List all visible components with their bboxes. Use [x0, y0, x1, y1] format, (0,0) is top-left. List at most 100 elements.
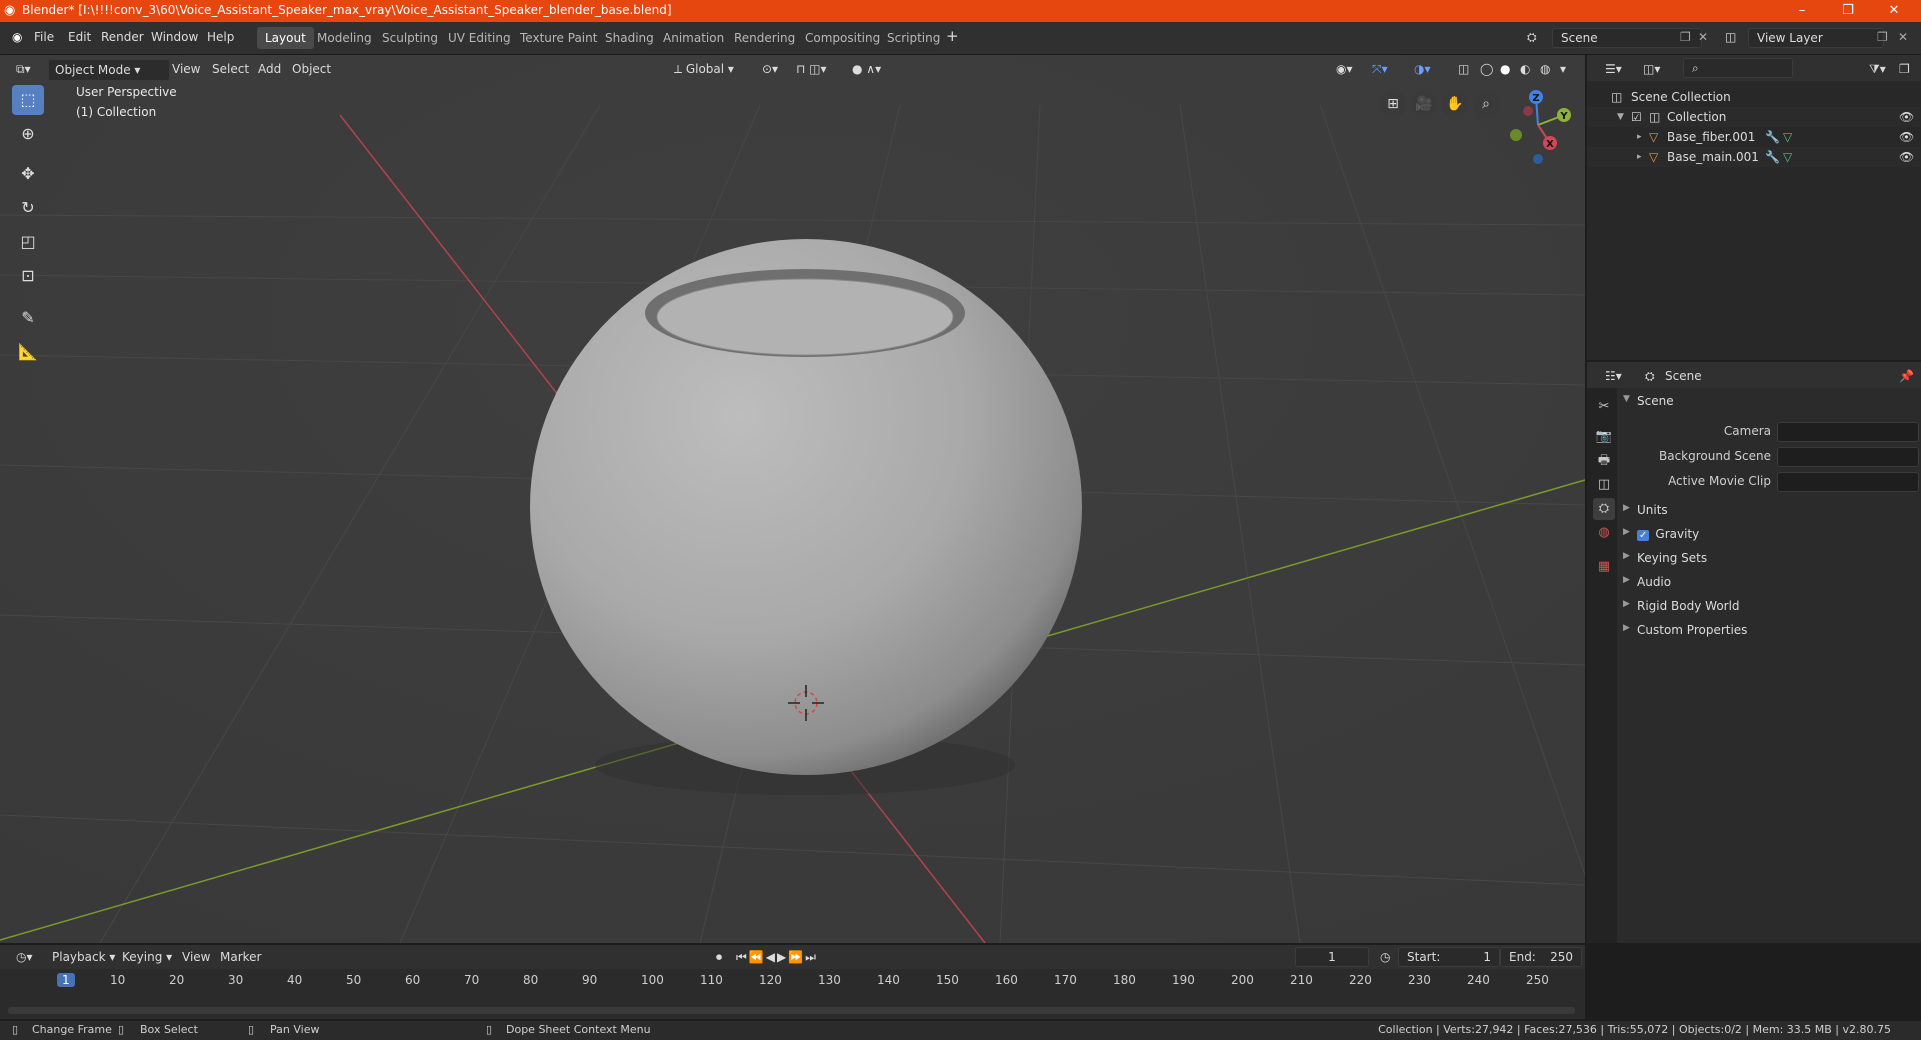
- view-layer-browse-icon[interactable]: ◫: [1725, 30, 1736, 44]
- expand-arrow-icon[interactable]: ▸: [1637, 127, 1642, 147]
- end-frame-field[interactable]: End: 250: [1500, 947, 1582, 967]
- select-box-tool[interactable]: ⬚: [12, 85, 44, 115]
- view-layer-remove-icon[interactable]: ✕: [1898, 30, 1908, 44]
- tab-animation[interactable]: Animation: [655, 27, 732, 49]
- expand-arrow-icon[interactable]: ▶: [1623, 575, 1630, 585]
- texture-properties-tab-icon[interactable]: ▦: [1593, 556, 1615, 578]
- camera-view-icon[interactable]: 🎥: [1411, 91, 1437, 117]
- gravity-checkbox[interactable]: ✓: [1637, 530, 1650, 541]
- gravity-section[interactable]: ▶ ✓ Gravity: [1623, 527, 1699, 541]
- shading-options-icon[interactable]: ▾: [1554, 59, 1572, 79]
- viewport-menu-object[interactable]: Object: [286, 59, 337, 79]
- cursor-tool[interactable]: ⊕: [12, 119, 44, 149]
- tab-texture-paint[interactable]: Texture Paint: [512, 27, 605, 49]
- expand-arrow-icon[interactable]: ▶: [1623, 527, 1630, 537]
- menu-file[interactable]: File: [34, 30, 54, 44]
- scale-tool[interactable]: ◰: [12, 227, 44, 257]
- new-collection-icon[interactable]: ❐: [1893, 59, 1916, 79]
- outliner-editor-type-icon[interactable]: ☰▾: [1599, 59, 1628, 79]
- move-tool[interactable]: ✥: [12, 159, 44, 189]
- toggle-grid-view-icon[interactable]: ⊞: [1380, 91, 1406, 117]
- timeline-editor-type-icon[interactable]: ◷▾: [10, 947, 39, 967]
- overlay-toggle-icon[interactable]: ◑▾: [1408, 59, 1437, 79]
- modifier-wrench-icon[interactable]: 🔧: [1765, 147, 1780, 167]
- menu-edit[interactable]: Edit: [68, 30, 91, 44]
- navigation-gizmo[interactable]: Z Y X: [1498, 85, 1578, 165]
- pin-icon[interactable]: 📌: [1893, 366, 1920, 386]
- menu-render[interactable]: Render: [101, 30, 144, 44]
- 3d-viewport[interactable]: ⧉▾ Object Mode ▾ View Select Add Object …: [0, 55, 1585, 943]
- background-scene-field[interactable]: [1777, 447, 1919, 467]
- render-properties-tab-icon[interactable]: 📷: [1593, 426, 1615, 448]
- eye-icon[interactable]: 👁: [1899, 107, 1914, 127]
- outliner-search-input[interactable]: ⌕: [1683, 58, 1793, 78]
- maximize-button[interactable]: ❐: [1825, 0, 1871, 22]
- scene-browse-icon[interactable]: ⛭: [1527, 30, 1537, 45]
- rotate-tool[interactable]: ↻: [12, 193, 44, 223]
- camera-field[interactable]: [1777, 422, 1919, 442]
- viewport-menu-select[interactable]: Select: [206, 59, 255, 79]
- collapse-arrow-icon[interactable]: ▼: [1623, 394, 1630, 404]
- tab-shading[interactable]: Shading: [597, 27, 662, 49]
- pan-hand-icon[interactable]: ✋: [1442, 91, 1468, 117]
- gizmo-toggle-icon[interactable]: ⤧▾: [1366, 59, 1394, 79]
- scene-remove-icon[interactable]: ✕: [1698, 30, 1708, 44]
- mesh-data-icon[interactable]: ▽: [1783, 127, 1792, 147]
- timeline-scrollbar[interactable]: [8, 1007, 1575, 1014]
- filter-icon[interactable]: ⧩▾: [1863, 59, 1892, 79]
- expand-arrow-icon[interactable]: ▶: [1623, 503, 1630, 513]
- expand-arrow-icon[interactable]: ▶: [1623, 551, 1630, 561]
- proportional-edit-icon[interactable]: ● ∧▾: [846, 59, 887, 79]
- snap-icon[interactable]: ⊓ ◫▾: [790, 59, 833, 79]
- scene-new-icon[interactable]: ❐: [1680, 30, 1691, 44]
- tab-scripting[interactable]: Scripting: [879, 27, 948, 49]
- audio-section[interactable]: ▶ Audio: [1623, 575, 1671, 589]
- current-frame-field[interactable]: 1: [1295, 947, 1369, 967]
- transform-tool[interactable]: ⊡: [12, 261, 44, 291]
- minimize-button[interactable]: –: [1779, 0, 1825, 22]
- zoom-icon[interactable]: ⌕: [1473, 91, 1499, 117]
- output-properties-tab-icon[interactable]: 🖶: [1593, 450, 1615, 472]
- pivot-point-icon[interactable]: ⊙▾: [756, 59, 784, 79]
- close-button[interactable]: ✕: [1871, 0, 1917, 22]
- xray-toggle-icon[interactable]: ◫: [1452, 59, 1475, 79]
- playback-controls[interactable]: ⏮⏪◀▶⏩⏭: [730, 947, 824, 967]
- measure-tool[interactable]: 📐: [12, 337, 44, 367]
- outliner-row-collection[interactable]: ▼ ☑ ◫ Collection 👁: [1587, 107, 1921, 127]
- scene-panel-title[interactable]: ▼ Scene: [1623, 394, 1674, 408]
- expand-arrow-icon[interactable]: ▸: [1637, 147, 1642, 167]
- current-frame-marker[interactable]: 1: [57, 973, 75, 987]
- outliner-row-object[interactable]: ▸ ▽ Base_main.001 🔧 ▽ 👁: [1587, 147, 1921, 167]
- blender-menu-icon[interactable]: ◉: [12, 30, 22, 44]
- tab-compositing[interactable]: Compositing: [797, 27, 888, 49]
- menu-window[interactable]: Window: [151, 30, 198, 44]
- mesh-data-icon[interactable]: ▽: [1783, 147, 1792, 167]
- viewport-menu-view[interactable]: View: [166, 59, 206, 79]
- keying-menu[interactable]: Keying ▾: [116, 947, 178, 967]
- scene-properties-tab-icon[interactable]: ⛭: [1593, 498, 1615, 520]
- viewport-menu-add[interactable]: Add: [252, 59, 287, 79]
- tab-sculpting[interactable]: Sculpting: [374, 27, 446, 49]
- transform-orientation-dropdown[interactable]: ⟂ Global ▾: [668, 59, 740, 79]
- keying-sets-section[interactable]: ▶ Keying Sets: [1623, 551, 1707, 565]
- active-movie-clip-field[interactable]: [1777, 472, 1919, 492]
- custom-properties-section[interactable]: ▶ Custom Properties: [1623, 623, 1747, 637]
- playback-menu[interactable]: Playback ▾: [46, 947, 121, 967]
- world-properties-tab-icon[interactable]: ◍: [1593, 522, 1615, 544]
- outliner-row-scene-collection[interactable]: ◫ Scene Collection: [1587, 87, 1921, 107]
- view-layer-tab-icon[interactable]: ◫: [1593, 474, 1615, 496]
- tab-uv-editing[interactable]: UV Editing: [440, 27, 519, 49]
- view-layer-field[interactable]: View Layer: [1748, 28, 1884, 48]
- annotate-tool[interactable]: ✎: [12, 303, 44, 333]
- checkbox-icon[interactable]: ☑: [1631, 107, 1642, 127]
- tab-modeling[interactable]: Modeling: [309, 27, 380, 49]
- eye-icon[interactable]: 👁: [1899, 147, 1914, 167]
- rigid-body-world-section[interactable]: ▶ Rigid Body World: [1623, 599, 1740, 613]
- add-workspace-icon[interactable]: +: [946, 27, 959, 45]
- editor-type-icon[interactable]: ⧉▾: [10, 59, 37, 79]
- modifier-wrench-icon[interactable]: 🔧: [1765, 127, 1780, 147]
- tab-layout[interactable]: Layout: [257, 27, 314, 49]
- menu-help[interactable]: Help: [207, 30, 234, 44]
- start-frame-field[interactable]: Start: 1: [1398, 947, 1500, 967]
- expand-arrow-icon[interactable]: ▼: [1617, 107, 1624, 127]
